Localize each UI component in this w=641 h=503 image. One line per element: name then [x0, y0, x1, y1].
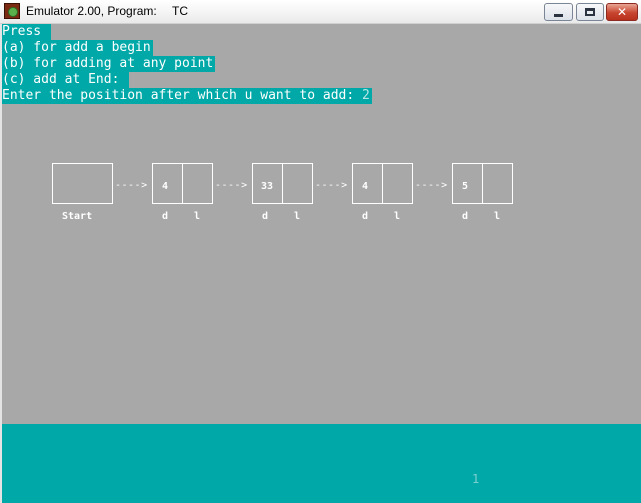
link-arrow: ----> — [115, 180, 148, 191]
console-line-prompt: Enter the position after which u want to… — [2, 88, 372, 104]
node-link-label: l — [394, 211, 401, 222]
maximize-icon — [585, 8, 595, 16]
node-link-label: l — [494, 211, 501, 222]
node-value: 5 — [462, 181, 469, 192]
program-name: TC — [172, 4, 188, 18]
node-data-label: d — [462, 211, 469, 222]
node-value: 33 — [261, 181, 274, 192]
node-value: 4 — [362, 181, 369, 192]
console-line-press: Press — [2, 24, 51, 40]
prompt-text: Enter the position after which u want to… — [2, 88, 363, 103]
title-bar[interactable]: Emulator 2.00, Program: TC ✕ — [0, 0, 641, 24]
link-arrow: ----> — [315, 180, 348, 191]
node-data-label: d — [262, 211, 269, 222]
start-pointer-box — [52, 163, 113, 204]
link-arrow: ----> — [215, 180, 248, 191]
footer-number: 1 — [472, 472, 480, 486]
node-value: 4 — [162, 181, 169, 192]
node-link-label: l — [194, 211, 201, 222]
close-button[interactable]: ✕ — [606, 3, 638, 21]
maximize-button[interactable] — [576, 3, 604, 21]
close-icon: ✕ — [616, 5, 628, 19]
console-line-option-c: (c) add at End: — [2, 72, 130, 88]
minimize-button[interactable] — [544, 3, 573, 21]
node-data-label: d — [162, 211, 169, 222]
start-label: Start — [62, 211, 93, 222]
console-line-option-a: (a) for add a begin — [2, 40, 153, 56]
node-link-label: l — [294, 211, 301, 222]
minimize-icon — [554, 13, 563, 17]
node-data-label: d — [362, 211, 369, 222]
link-arrow: ----> — [415, 180, 448, 191]
window-title: Emulator 2.00, Program: — [26, 4, 157, 18]
typed-input: 2 — [362, 88, 370, 103]
console-line-option-b: (b) for adding at any point — [2, 56, 216, 72]
status-band — [2, 424, 641, 503]
app-icon[interactable] — [4, 3, 20, 19]
